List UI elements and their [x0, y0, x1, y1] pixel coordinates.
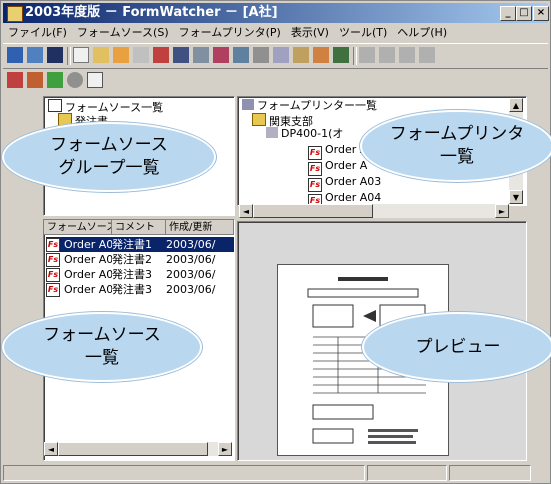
cancel-icon[interactable]	[67, 72, 83, 88]
folder-icon	[252, 113, 266, 126]
printer-group-icon	[242, 99, 254, 110]
form-source-icon: Fs	[308, 178, 322, 192]
new-form-icon[interactable]	[93, 47, 109, 63]
report-icon[interactable]	[87, 72, 103, 88]
properties-icon[interactable]	[233, 47, 249, 63]
scroll-thumb[interactable]	[253, 204, 373, 218]
scroll-left-arrow-icon[interactable]: ◄	[239, 204, 253, 218]
menu-file[interactable]: ファイル(F)	[3, 24, 72, 42]
callout-printer-list: フォームプリンタ 一覧	[360, 110, 551, 182]
column-header-updated[interactable]: 作成/更新	[166, 220, 234, 235]
send-icon	[359, 47, 375, 63]
new-document-icon[interactable]	[73, 47, 89, 63]
printer-icon	[266, 127, 278, 138]
column-header-name[interactable]: フォームソース名	[44, 220, 112, 235]
tree-item-printer[interactable]: DP400-1(オ	[266, 127, 343, 141]
column-header-comment[interactable]: コメント	[112, 220, 166, 235]
table-cell: Order A03	[64, 268, 112, 281]
copy-form-icon[interactable]	[133, 47, 149, 63]
status-panel-3	[449, 465, 531, 481]
callout-group-list: フォームソース グループ一覧	[2, 122, 216, 192]
save-icon[interactable]	[47, 47, 63, 63]
menu-view[interactable]: 表示(V)	[286, 24, 334, 42]
sync-icon	[399, 47, 415, 63]
tree-item-printer-root[interactable]: フォームプリンター一覧	[242, 99, 377, 113]
scroll-right-arrow-icon[interactable]: ►	[495, 204, 509, 218]
printer-add-icon[interactable]	[27, 72, 43, 88]
menu-form-printer[interactable]: フォームプリンタ(P)	[174, 24, 286, 42]
status-panel-main	[3, 465, 365, 481]
settings-icon	[419, 47, 435, 63]
table-cell: Order A04	[64, 283, 112, 296]
minimize-button[interactable]: _	[500, 6, 516, 21]
scroll-left-arrow-icon[interactable]: ◄	[44, 442, 58, 456]
receive-icon	[379, 47, 395, 63]
printer-tree-hscroll[interactable]: ◄ ►	[239, 204, 509, 218]
table-cell: 2003/06/	[166, 268, 216, 281]
title-bar: 2003年度版 － FormWatcher － [A社] _ □ ×	[3, 3, 549, 23]
secondary-toolbar	[3, 69, 203, 93]
tree-item-source-root[interactable]: フォームソース一覧	[48, 99, 163, 114]
form-source-icon: Fs	[308, 162, 322, 176]
print-preview-icon[interactable]	[213, 47, 229, 63]
list-icon	[48, 99, 62, 112]
scroll-right-arrow-icon[interactable]: ►	[218, 442, 232, 456]
copy-icon[interactable]	[273, 47, 289, 63]
form-source-icon: Fs	[46, 283, 60, 297]
table-row[interactable]: Fs Order A02発注書2 2003/06/	[46, 252, 234, 267]
main-toolbar	[3, 43, 548, 69]
form-source-icon: Fs	[46, 238, 60, 252]
form-source-icon: Fs	[46, 268, 60, 282]
table-row[interactable]: Fs Order A03発注書3 2003/06/	[46, 267, 234, 282]
table-cell: 2003/06/	[166, 238, 216, 251]
table-row[interactable]: Fs Order A04発注書3 2003/06/	[46, 282, 234, 297]
table-cell: Order A01	[64, 238, 112, 251]
app-icon	[7, 6, 23, 22]
edit-icon[interactable]	[313, 47, 329, 63]
search-icon[interactable]	[173, 47, 189, 63]
window-title: 2003年度版 － FormWatcher － [A社]	[25, 5, 278, 20]
menu-form-source[interactable]: フォームソース(S)	[72, 24, 174, 42]
tree-item-form[interactable]: Fs Order A	[308, 143, 367, 160]
status-panel-2	[367, 465, 447, 481]
cut-icon[interactable]	[253, 47, 269, 63]
callout-source-list: フォームソース 一覧	[2, 312, 202, 382]
tree-item-kanto-branch[interactable]: 関東支部	[252, 113, 313, 128]
app-window: 2003年度版 － FormWatcher － [A社] _ □ × ファイル(…	[0, 0, 551, 484]
printer-connect-icon[interactable]	[47, 72, 63, 88]
open-icon[interactable]	[27, 47, 43, 63]
form-source-icon: Fs	[308, 146, 322, 160]
close-button[interactable]: ×	[533, 6, 549, 21]
callout-preview: プレビュー	[362, 312, 551, 382]
table-cell: 発注書1	[112, 238, 152, 251]
print-icon[interactable]	[193, 47, 209, 63]
source-list-hscroll[interactable]: ◄ ►	[44, 442, 232, 456]
new-group-icon[interactable]	[7, 47, 23, 63]
up-folder-icon[interactable]	[333, 47, 349, 63]
form-source-icon: Fs	[46, 253, 60, 267]
status-bar	[3, 463, 548, 481]
menu-bar: ファイル(F) フォームソース(S) フォームプリンタ(P) 表示(V) ツール(T) ヘ…	[3, 24, 548, 42]
table-cell: Order A02	[64, 253, 112, 266]
menu-help[interactable]: ヘルプ(H)	[392, 24, 452, 42]
scroll-thumb[interactable]	[58, 442, 208, 456]
table-row[interactable]: Fs Order A01発注書1 2003/06/	[46, 237, 234, 252]
menu-tools[interactable]: ツール(T)	[334, 24, 392, 42]
table-cell: 2003/06/	[166, 253, 216, 266]
table-cell: 2003/06/	[166, 283, 216, 296]
paste-icon[interactable]	[293, 47, 309, 63]
scroll-down-arrow-icon[interactable]: ▼	[509, 190, 523, 204]
table-cell: 発注書3	[112, 283, 152, 296]
table-cell: 発注書3	[112, 268, 152, 281]
printer-icon[interactable]	[7, 72, 23, 88]
tree-item-form[interactable]: Fs Order A03	[308, 175, 381, 192]
maximize-button[interactable]: □	[516, 6, 532, 21]
delete-form-icon[interactable]	[153, 47, 169, 63]
scroll-up-arrow-icon[interactable]: ▲	[509, 98, 523, 112]
table-cell: 発注書2	[112, 253, 152, 266]
tree-item-form[interactable]: Fs Order A04	[308, 191, 381, 205]
tree-item-form[interactable]: Fs Order A	[308, 159, 367, 176]
import-icon[interactable]	[113, 47, 129, 63]
